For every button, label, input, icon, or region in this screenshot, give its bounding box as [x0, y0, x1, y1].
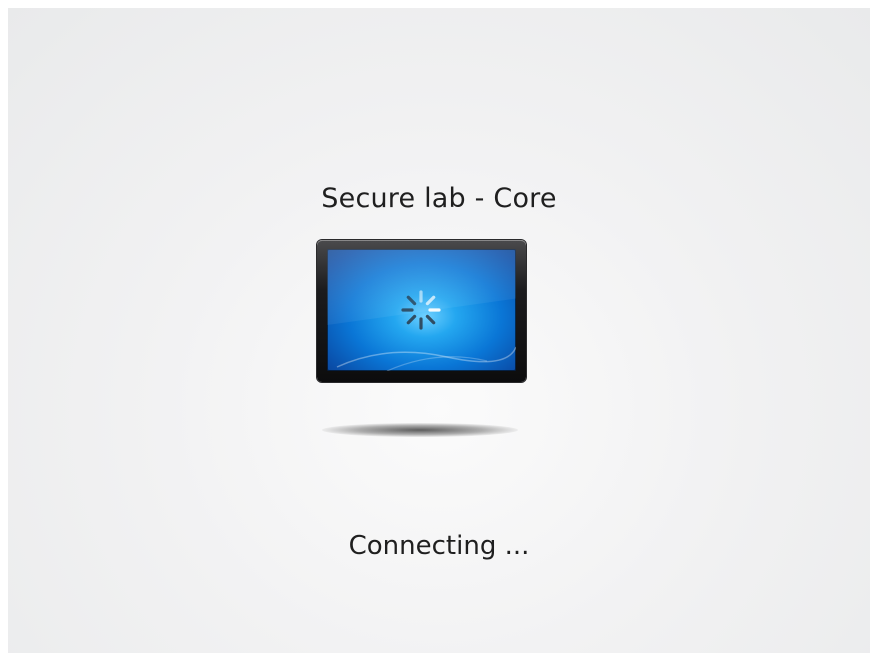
connection-window: Secure lab - Core Connecting ...: [8, 8, 870, 653]
monitor-icon: [317, 240, 526, 382]
connection-title: Secure lab - Core: [321, 183, 557, 214]
connection-status: Connecting ...: [348, 531, 530, 561]
monitor-shadow: [322, 423, 518, 437]
monitor-screen: [327, 249, 516, 371]
loading-spinner-icon: [336, 290, 516, 371]
